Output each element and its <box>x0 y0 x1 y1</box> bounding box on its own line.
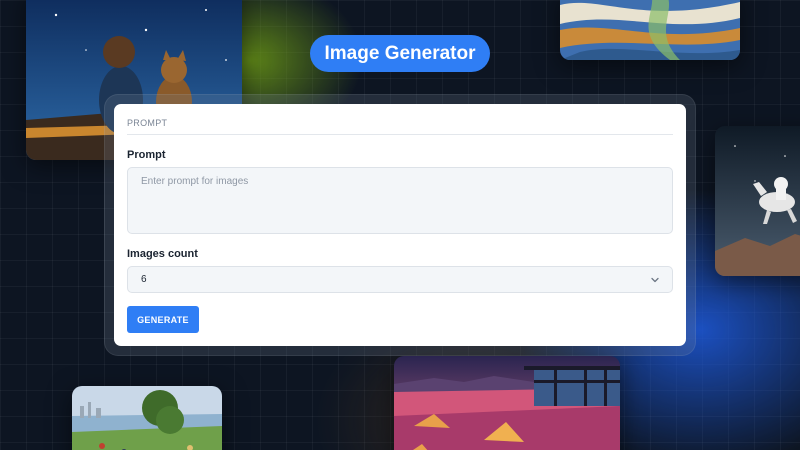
gallery-image-abstract-painting <box>560 0 740 60</box>
prompt-form-card: PROMPT Prompt Images count 6 GENERATE <box>114 104 686 346</box>
app-title: Image Generator <box>310 35 490 72</box>
generate-button[interactable]: GENERATE <box>127 306 199 333</box>
gallery-image-astronaut-horse <box>715 126 800 276</box>
images-count-label: Images count <box>127 248 198 260</box>
images-count-value: 6 <box>141 274 147 285</box>
section-divider <box>127 134 673 135</box>
prompt-label: Prompt <box>127 149 166 161</box>
prompt-input[interactable] <box>127 167 673 234</box>
gallery-image-desert-sunset <box>394 356 620 450</box>
gallery-image-park-lakeside <box>72 386 222 450</box>
images-count-select[interactable]: 6 <box>127 266 673 293</box>
chevron-down-icon <box>650 275 660 285</box>
section-label: PROMPT <box>127 118 168 128</box>
